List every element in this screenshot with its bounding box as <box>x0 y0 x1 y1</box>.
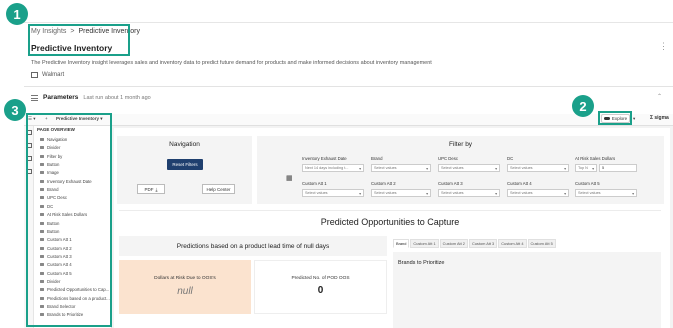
retailer-name: Walmart <box>42 72 65 78</box>
predictions-lead-time-text: Predictions based on a product lead time… <box>119 236 387 256</box>
callout-badge-2: 2 <box>572 95 594 117</box>
page-description: The Predictive Inventory insight leverag… <box>31 60 432 66</box>
brand-selector-tabs: Brand Custom Att 1 Custom Att 2 Custom A… <box>393 239 557 248</box>
filter-label-custom-att-3: Custom Att 3 <box>438 181 463 186</box>
tab-brand[interactable]: Brand <box>393 239 410 248</box>
filter-label-custom-att-4: Custom Att 4 <box>507 181 532 186</box>
filter-select-inventory-exhaust-date[interactable]: Next 14 days including t... ▾ <box>302 164 364 172</box>
filter-title: Filter by <box>448 141 473 148</box>
kpi-label-predicted-pod-oos: Predicted No. of POD OOS <box>291 276 350 281</box>
tab-custom-att-5[interactable]: Custom Att 5 <box>527 239 556 248</box>
filter-input-top-n-value[interactable]: 5 <box>599 164 637 172</box>
filter-select-dc[interactable]: Select values ▾ <box>507 164 569 172</box>
store-icon <box>31 72 38 78</box>
filter-label-custom-att-1: Custom Att 1 <box>302 181 327 186</box>
parameters-last-run: Last run about 1 month ago <box>83 94 151 101</box>
chevron-up-icon[interactable]: ⌃ <box>657 93 662 100</box>
callout-badge-3: 3 <box>4 99 26 121</box>
filter-select-top-n[interactable]: Top N ▾ <box>575 164 597 172</box>
filter-select-brand[interactable]: Select values ▾ <box>371 164 431 172</box>
more-options-icon[interactable]: ⋮ <box>659 41 668 52</box>
retailer-label: Walmart <box>31 72 64 78</box>
workbook-toolbar <box>24 114 673 126</box>
filter-label-inventory-exhaust-date: Inventory Exhaust Date <box>302 156 347 161</box>
filter-label-brand: Brand <box>371 156 383 161</box>
tab-custom-att-3[interactable]: Custom Att 3 <box>468 239 498 248</box>
filter-select-custom-att-5[interactable]: Select values ▾ <box>575 189 637 197</box>
callout-box-2 <box>598 111 632 125</box>
kpi-value-predicted-pod-oos: 0 <box>317 285 324 296</box>
callout-badge-1: 1 <box>6 3 28 25</box>
filter-select-custom-att-4[interactable]: Select values ▾ <box>507 189 569 197</box>
download-icon: ⤓ <box>155 186 158 192</box>
kpi-value-dollars-at-risk: null <box>177 286 193 297</box>
kpi-label-dollars-at-risk: Dollars at Risk Due to OOS's <box>154 276 216 281</box>
section-title: Predicted Opportunities to Capture <box>119 210 661 233</box>
filter-select-upc-desc[interactable]: Select values ▾ <box>438 164 500 172</box>
tab-custom-att-2[interactable]: Custom Att 2 <box>439 239 468 248</box>
brands-to-prioritize-title: Brands to Prioritize <box>398 260 445 266</box>
tab-custom-att-1[interactable]: Custom Att 1 <box>410 239 439 248</box>
navigation-title: Navigation <box>169 141 200 148</box>
callout-box-3 <box>26 113 112 327</box>
parameters-icon <box>31 94 38 101</box>
filter-label-dc: DC <box>507 156 514 161</box>
chevron-down-icon[interactable]: ▾ <box>633 116 635 122</box>
filter-select-custom-att-3[interactable]: Select values ▾ <box>438 189 500 197</box>
filter-label-upc-desc: UPC Desc <box>438 156 459 161</box>
divider <box>24 86 673 87</box>
sigma-logo: Σ sigma <box>650 115 669 121</box>
reset-filters-button[interactable]: Reset Filters <box>167 159 203 170</box>
pdf-label: PDF <box>144 186 154 192</box>
tab-custom-att-4[interactable]: Custom Att 4 <box>498 239 527 248</box>
filter-label-custom-att-5: Custom Att 5 <box>575 181 600 186</box>
filter-label-custom-att-2: Custom Att 2 <box>371 181 396 186</box>
callout-box-1 <box>28 24 130 56</box>
parameters-header[interactable]: Parameters Last run about 1 month ago <box>31 94 151 101</box>
parameters-title: Parameters <box>43 94 79 101</box>
pdf-button[interactable]: PDF ⤓ <box>137 184 165 194</box>
filter-select-custom-att-2[interactable]: Select values ▾ <box>371 189 431 197</box>
filter-select-custom-att-1[interactable]: Select values ▾ <box>302 189 364 197</box>
grid-icon: ▦ <box>286 175 293 182</box>
filter-label-at-risk-sales-dollars: At Risk Sales Dollars <box>575 156 616 161</box>
help-center-button[interactable]: Help Center <box>202 184 235 194</box>
